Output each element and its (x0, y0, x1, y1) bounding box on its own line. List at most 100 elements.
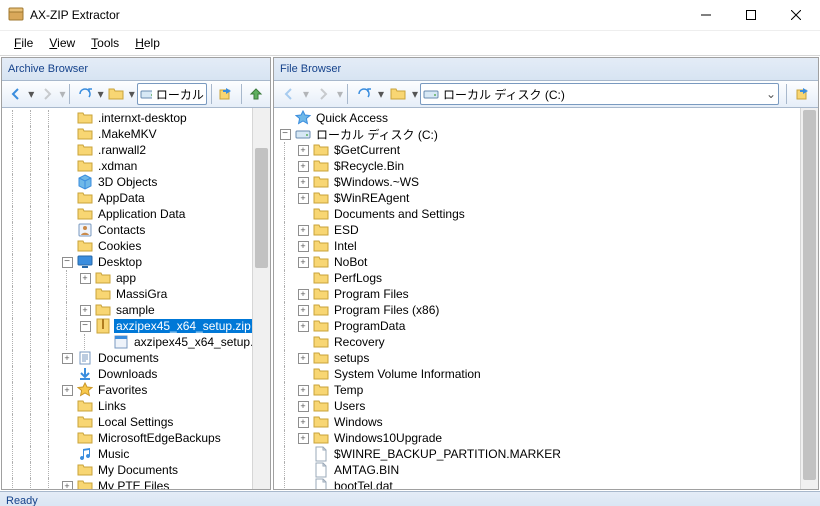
tree-item[interactable]: ESD (276, 222, 818, 238)
expand-toggle[interactable] (294, 318, 312, 334)
tree-item[interactable]: Links (4, 398, 270, 414)
tree-item[interactable]: $Windows.~WS (276, 174, 818, 190)
minimize-button[interactable] (683, 1, 728, 30)
tree-item[interactable]: My PTE Files (4, 478, 270, 489)
tree-item[interactable]: $WINRE_BACKUP_PARTITION.MARKER (276, 446, 818, 462)
expand-toggle[interactable] (76, 270, 94, 286)
menu-help[interactable]: Help (127, 34, 168, 52)
tree-item[interactable]: AMTAG.BIN (276, 462, 818, 478)
expand-toggle[interactable] (294, 174, 312, 190)
tree-item[interactable]: Favorites (4, 382, 270, 398)
tree-item[interactable]: sample (4, 302, 270, 318)
scrollbar[interactable] (252, 108, 270, 489)
tree-item[interactable]: My Documents (4, 462, 270, 478)
tree-item[interactable]: Local Settings (4, 414, 270, 430)
file-tree[interactable]: Quick Accessローカル ディスク (C:)$GetCurrent$Re… (274, 108, 818, 489)
tree-item[interactable]: Windows10Upgrade (276, 430, 818, 446)
menu-tools[interactable]: Tools (83, 34, 127, 52)
tree-item[interactable]: NoBot (276, 254, 818, 270)
expand-toggle[interactable] (58, 478, 76, 489)
expand-toggle[interactable] (58, 382, 76, 398)
back-dropdown[interactable]: ▾ (28, 83, 34, 105)
tree-item[interactable]: Music (4, 446, 270, 462)
archive-tree[interactable]: .internxt-desktop.MakeMKV.ranwall2.xdman… (2, 108, 270, 489)
tree-item[interactable]: bootTel.dat (276, 478, 818, 489)
drive-combo-right[interactable]: ローカル ディスク (C:) ⌄ (420, 83, 779, 105)
tree-item[interactable]: MicrosoftEdgeBackups (4, 430, 270, 446)
expand-toggle[interactable] (294, 302, 312, 318)
tree-item[interactable]: .ranwall2 (4, 142, 270, 158)
tree-item[interactable]: Quick Access (276, 110, 818, 126)
expand-toggle[interactable] (294, 158, 312, 174)
expand-toggle[interactable] (76, 318, 94, 334)
tree-item[interactable]: System Volume Information (276, 366, 818, 382)
forward-dropdown[interactable]: ▾ (337, 83, 343, 105)
up-button[interactable] (246, 82, 267, 106)
refresh-dropdown[interactable]: ▾ (378, 83, 384, 105)
expand-toggle[interactable] (294, 254, 312, 270)
maximize-button[interactable] (728, 1, 773, 30)
view-mode-dropdown[interactable]: ▾ (412, 83, 418, 105)
tree-item[interactable]: AppData (4, 190, 270, 206)
expand-toggle[interactable] (58, 254, 76, 270)
back-button[interactable] (5, 82, 26, 106)
expand-toggle[interactable] (294, 190, 312, 206)
tree-item[interactable]: $Recycle.Bin (276, 158, 818, 174)
forward-dropdown[interactable]: ▾ (59, 83, 65, 105)
expand-toggle[interactable] (294, 222, 312, 238)
expand-toggle[interactable] (294, 398, 312, 414)
tree-item[interactable]: Desktop (4, 254, 270, 270)
refresh-dropdown[interactable]: ▾ (98, 83, 104, 105)
tree-item[interactable]: Downloads (4, 366, 270, 382)
tree-item[interactable]: Contacts (4, 222, 270, 238)
tree-item[interactable]: $GetCurrent (276, 142, 818, 158)
view-mode-button[interactable] (106, 82, 127, 106)
expand-toggle[interactable] (294, 382, 312, 398)
expand-toggle[interactable] (276, 126, 294, 142)
forward-button[interactable] (36, 82, 57, 106)
expand-toggle[interactable] (58, 350, 76, 366)
tree-item[interactable]: Application Data (4, 206, 270, 222)
tree-item[interactable]: MassiGra (4, 286, 270, 302)
expand-toggle[interactable] (294, 142, 312, 158)
drive-combo-left[interactable]: ローカル デ (137, 83, 207, 105)
tree-item[interactable]: .xdman (4, 158, 270, 174)
expand-toggle[interactable] (76, 302, 94, 318)
tree-item[interactable]: Windows (276, 414, 818, 430)
tree-item[interactable]: ProgramData (276, 318, 818, 334)
extract-button[interactable] (216, 82, 237, 106)
expand-toggle[interactable] (294, 430, 312, 446)
tree-item[interactable]: PerfLogs (276, 270, 818, 286)
menu-view[interactable]: View (41, 34, 83, 52)
back-button[interactable] (277, 82, 301, 106)
tree-item[interactable]: Intel (276, 238, 818, 254)
tree-item[interactable]: setups (276, 350, 818, 366)
tree-item[interactable]: Users (276, 398, 818, 414)
scrollbar[interactable] (800, 108, 818, 489)
tree-item[interactable]: $WinREAgent (276, 190, 818, 206)
tree-item[interactable]: app (4, 270, 270, 286)
tree-item[interactable]: .internxt-desktop (4, 110, 270, 126)
tree-item[interactable]: Documents and Settings (276, 206, 818, 222)
tree-item[interactable]: axzipex45_x64_setup.exe (4, 334, 270, 350)
expand-toggle[interactable] (294, 350, 312, 366)
tree-item[interactable]: .MakeMKV (4, 126, 270, 142)
refresh-button[interactable] (74, 82, 95, 106)
tree-item[interactable]: Program Files (x86) (276, 302, 818, 318)
refresh-button[interactable] (352, 82, 376, 106)
extract-here-button[interactable] (791, 82, 815, 106)
tree-item[interactable]: 3D Objects (4, 174, 270, 190)
tree-item[interactable]: ローカル ディスク (C:) (276, 126, 818, 142)
tree-item[interactable]: Cookies (4, 238, 270, 254)
tree-item[interactable]: Documents (4, 350, 270, 366)
menu-file[interactable]: File (6, 34, 41, 52)
tree-item[interactable]: Recovery (276, 334, 818, 350)
tree-item[interactable]: axzipex45_x64_setup.zip (4, 318, 270, 334)
tree-item[interactable]: Temp (276, 382, 818, 398)
forward-button[interactable] (311, 82, 335, 106)
expand-toggle[interactable] (294, 414, 312, 430)
expand-toggle[interactable] (294, 238, 312, 254)
close-button[interactable] (773, 1, 818, 30)
tree-item[interactable]: Program Files (276, 286, 818, 302)
back-dropdown[interactable]: ▾ (303, 83, 309, 105)
